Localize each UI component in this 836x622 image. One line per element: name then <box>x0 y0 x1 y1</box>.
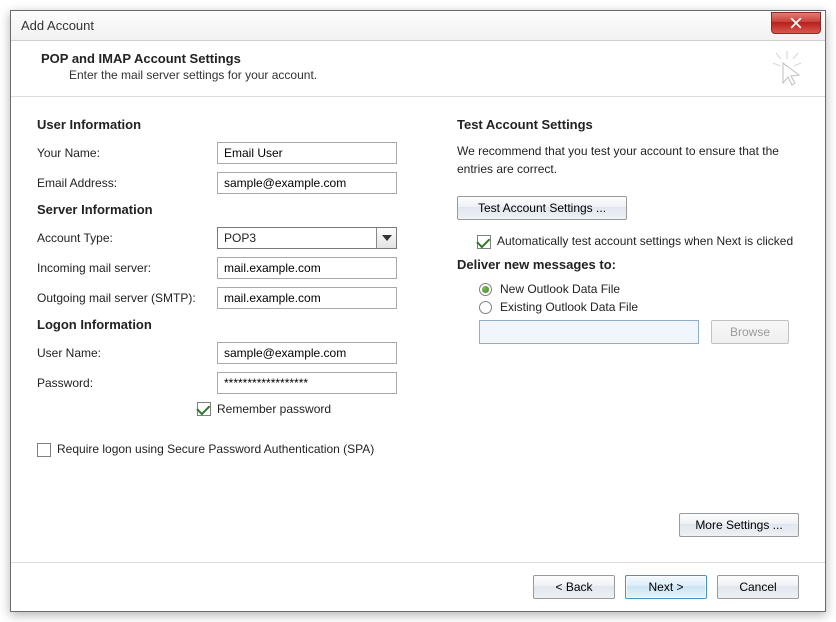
your-name-input[interactable] <box>217 142 397 164</box>
server-info-title: Server Information <box>37 202 427 217</box>
user-info-title: User Information <box>37 117 427 132</box>
window-title: Add Account <box>21 18 94 33</box>
existing-file-path-input[interactable] <box>479 320 699 344</box>
back-button[interactable]: < Back <box>533 575 615 599</box>
test-settings-desc: We recommend that you test your account … <box>457 142 799 178</box>
email-label: Email Address: <box>37 176 217 190</box>
password-label: Password: <box>37 376 217 390</box>
password-input[interactable] <box>217 372 397 394</box>
username-label: User Name: <box>37 346 217 360</box>
your-name-label: Your Name: <box>37 146 217 160</box>
account-type-select[interactable]: POP3 <box>217 227 397 249</box>
test-account-settings-button[interactable]: Test Account Settings ... <box>457 196 627 220</box>
cancel-button[interactable]: Cancel <box>717 575 799 599</box>
content-area: User Information Your Name: Email Addres… <box>11 97 825 562</box>
right-column: Test Account Settings We recommend that … <box>457 111 799 562</box>
left-column: User Information Your Name: Email Addres… <box>37 111 427 562</box>
incoming-server-input[interactable] <box>217 257 397 279</box>
more-settings-button[interactable]: More Settings ... <box>679 513 799 537</box>
remember-password-label: Remember password <box>217 402 331 416</box>
radio-new-label: New Outlook Data File <box>500 282 620 296</box>
test-settings-title: Test Account Settings <box>457 117 799 132</box>
username-input[interactable] <box>217 342 397 364</box>
deliver-title: Deliver new messages to: <box>457 257 799 272</box>
cursor-starburst-icon <box>769 49 805 89</box>
browse-button[interactable]: Browse <box>711 320 789 344</box>
footer: < Back Next > Cancel <box>11 562 825 611</box>
account-type-value: POP3 <box>218 231 376 245</box>
add-account-dialog: Add Account POP and IMAP Account Setting… <box>10 10 826 612</box>
header-subtitle: Enter the mail server settings for your … <box>69 68 805 82</box>
incoming-label: Incoming mail server: <box>37 261 217 275</box>
outgoing-server-input[interactable] <box>217 287 397 309</box>
spa-label: Require logon using Secure Password Auth… <box>57 442 374 456</box>
chevron-down-icon <box>376 228 396 248</box>
next-button[interactable]: Next > <box>625 575 707 599</box>
radio-existing-file[interactable] <box>479 301 492 314</box>
logon-info-title: Logon Information <box>37 317 427 332</box>
close-icon <box>789 16 803 30</box>
remember-password-checkbox[interactable] <box>197 402 211 416</box>
auto-test-label: Automatically test account settings when… <box>497 234 793 248</box>
radio-existing-label: Existing Outlook Data File <box>500 300 638 314</box>
header-band: POP and IMAP Account Settings Enter the … <box>11 41 825 97</box>
titlebar: Add Account <box>11 11 825 41</box>
spa-checkbox[interactable] <box>37 443 51 457</box>
header-title: POP and IMAP Account Settings <box>41 51 805 66</box>
radio-new-file[interactable] <box>479 283 492 296</box>
account-type-label: Account Type: <box>37 231 217 245</box>
close-button[interactable] <box>771 12 821 34</box>
outgoing-label: Outgoing mail server (SMTP): <box>37 291 217 305</box>
auto-test-checkbox[interactable] <box>477 235 491 249</box>
email-input[interactable] <box>217 172 397 194</box>
